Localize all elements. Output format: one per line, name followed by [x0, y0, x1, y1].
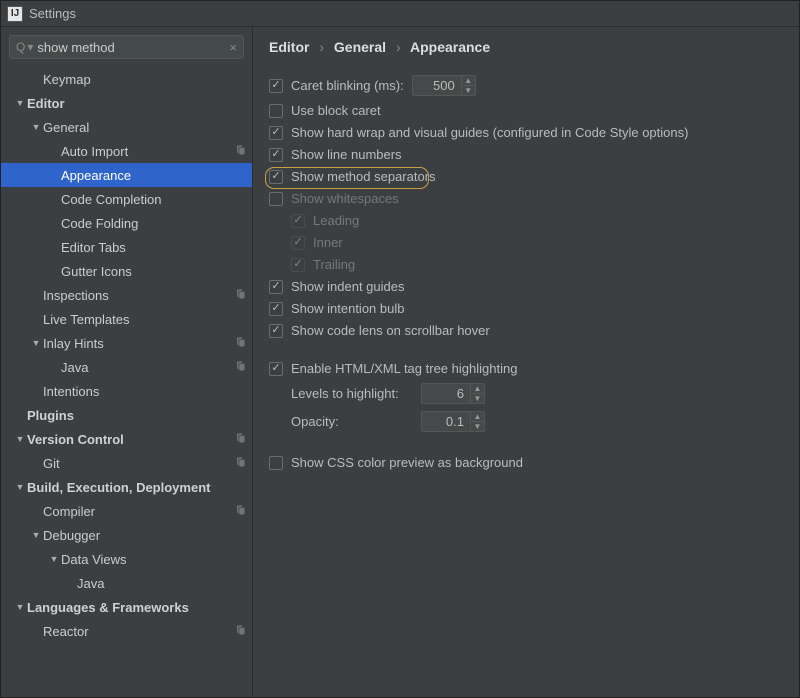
intention-bulb-checkbox[interactable] [269, 302, 283, 316]
method-separators-label: Show method separators [291, 169, 436, 184]
tree-live-templates[interactable]: Live Templates [1, 307, 252, 331]
line-numbers-label: Show line numbers [291, 147, 402, 162]
tree-auto-import[interactable]: Auto Import [1, 139, 252, 163]
tree-inspections[interactable]: Inspections [1, 283, 252, 307]
use-block-caret-checkbox[interactable] [269, 104, 283, 118]
breadcrumb-editor[interactable]: Editor [269, 39, 309, 55]
chevron-down-icon[interactable]: ▼ [31, 338, 41, 348]
tree-reactor[interactable]: Reactor [1, 619, 252, 643]
tag-tree-checkbox[interactable] [269, 362, 283, 376]
trailing-label: Trailing [313, 257, 355, 272]
copy-icon [234, 288, 246, 303]
caret-blinking-label: Caret blinking (ms): [291, 78, 404, 93]
settings-panel: Editor › General › Appearance Caret blin… [253, 27, 799, 697]
whitespaces-checkbox[interactable] [269, 192, 283, 206]
chevron-right-icon: › [319, 39, 324, 55]
search-chevron-icon: ▾ [27, 40, 33, 54]
tree-editor-tabs[interactable]: Editor Tabs [1, 235, 252, 259]
titlebar: IJ Settings [1, 1, 799, 27]
chevron-down-icon[interactable]: ▼ [15, 98, 25, 108]
inner-checkbox [291, 236, 305, 250]
tree-intentions[interactable]: Intentions [1, 379, 252, 403]
chevron-down-icon[interactable]: ▼ [31, 122, 41, 132]
copy-icon [234, 144, 246, 159]
line-numbers-checkbox[interactable] [269, 148, 283, 162]
opacity-label: Opacity: [291, 414, 421, 429]
levels-spinner[interactable]: ▲▼ [421, 383, 485, 404]
intention-bulb-label: Show intention bulb [291, 301, 404, 316]
opacity-input[interactable] [422, 412, 470, 431]
tree-gutter-icons[interactable]: Gutter Icons [1, 259, 252, 283]
spinner-down-icon[interactable]: ▼ [471, 422, 484, 431]
spinner-up-icon[interactable]: ▲ [471, 412, 484, 422]
tree-languages-frameworks[interactable]: ▼Languages & Frameworks [1, 595, 252, 619]
tree-data-views[interactable]: ▼Data Views [1, 547, 252, 571]
tree-plugins[interactable]: Plugins [1, 403, 252, 427]
settings-tree: Keymap ▼Editor ▼General Auto Import Appe… [1, 67, 252, 697]
caret-blinking-spinner[interactable]: ▲▼ [412, 75, 476, 96]
tag-tree-label: Enable HTML/XML tag tree highlighting [291, 361, 517, 376]
search-prefix: Q [16, 40, 25, 54]
tree-inlay-hints[interactable]: ▼Inlay Hints [1, 331, 252, 355]
code-lens-checkbox[interactable] [269, 324, 283, 338]
chevron-right-icon: › [396, 39, 401, 55]
caret-blinking-checkbox[interactable] [269, 79, 283, 93]
tree-data-views-java[interactable]: Java [1, 571, 252, 595]
search-box[interactable]: Q ▾ × [9, 35, 244, 59]
leading-label: Leading [313, 213, 359, 228]
opacity-spinner[interactable]: ▲▼ [421, 411, 485, 432]
spinner-up-icon[interactable]: ▲ [462, 76, 475, 86]
inner-label: Inner [313, 235, 343, 250]
tree-appearance[interactable]: Appearance [1, 163, 252, 187]
leading-checkbox [291, 214, 305, 228]
copy-icon [234, 336, 246, 351]
app-icon: IJ [7, 6, 23, 22]
breadcrumb-appearance: Appearance [410, 39, 490, 55]
breadcrumb-general[interactable]: General [334, 39, 386, 55]
whitespaces-label: Show whitespaces [291, 191, 399, 206]
chevron-down-icon[interactable]: ▼ [15, 434, 25, 444]
css-preview-checkbox[interactable] [269, 456, 283, 470]
indent-guides-checkbox[interactable] [269, 280, 283, 294]
tree-general[interactable]: ▼General [1, 115, 252, 139]
copy-icon [234, 624, 246, 639]
tree-debugger[interactable]: ▼Debugger [1, 523, 252, 547]
copy-icon [234, 432, 246, 447]
indent-guides-label: Show indent guides [291, 279, 404, 294]
copy-icon [234, 504, 246, 519]
spinner-down-icon[interactable]: ▼ [462, 86, 475, 95]
trailing-checkbox [291, 258, 305, 272]
caret-blinking-input[interactable] [413, 76, 461, 95]
spinner-up-icon[interactable]: ▲ [471, 384, 484, 394]
tree-code-folding[interactable]: Code Folding [1, 211, 252, 235]
chevron-down-icon[interactable]: ▼ [49, 554, 59, 564]
chevron-down-icon[interactable]: ▼ [31, 530, 41, 540]
tree-code-completion[interactable]: Code Completion [1, 187, 252, 211]
search-clear-icon[interactable]: × [229, 40, 237, 55]
method-separators-checkbox[interactable] [269, 170, 283, 184]
code-lens-label: Show code lens on scrollbar hover [291, 323, 490, 338]
tree-inlay-java[interactable]: Java [1, 355, 252, 379]
hard-wrap-label: Show hard wrap and visual guides (config… [291, 125, 688, 140]
levels-input[interactable] [422, 384, 470, 403]
copy-icon [234, 456, 246, 471]
tree-build-execution-deployment[interactable]: ▼Build, Execution, Deployment [1, 475, 252, 499]
hard-wrap-checkbox[interactable] [269, 126, 283, 140]
chevron-down-icon[interactable]: ▼ [15, 482, 25, 492]
levels-label: Levels to highlight: [291, 386, 421, 401]
settings-sidebar: Q ▾ × Keymap ▼Editor ▼General Auto Impor… [1, 27, 253, 697]
breadcrumb: Editor › General › Appearance [269, 39, 783, 55]
tree-keymap[interactable]: Keymap [1, 67, 252, 91]
chevron-down-icon[interactable]: ▼ [15, 602, 25, 612]
copy-icon [234, 360, 246, 375]
tree-version-control[interactable]: ▼Version Control [1, 427, 252, 451]
search-input[interactable] [37, 40, 229, 55]
window-title: Settings [29, 6, 76, 21]
tree-compiler[interactable]: Compiler [1, 499, 252, 523]
tree-editor[interactable]: ▼Editor [1, 91, 252, 115]
use-block-caret-label: Use block caret [291, 103, 381, 118]
css-preview-label: Show CSS color preview as background [291, 455, 523, 470]
tree-git[interactable]: Git [1, 451, 252, 475]
spinner-down-icon[interactable]: ▼ [471, 394, 484, 403]
